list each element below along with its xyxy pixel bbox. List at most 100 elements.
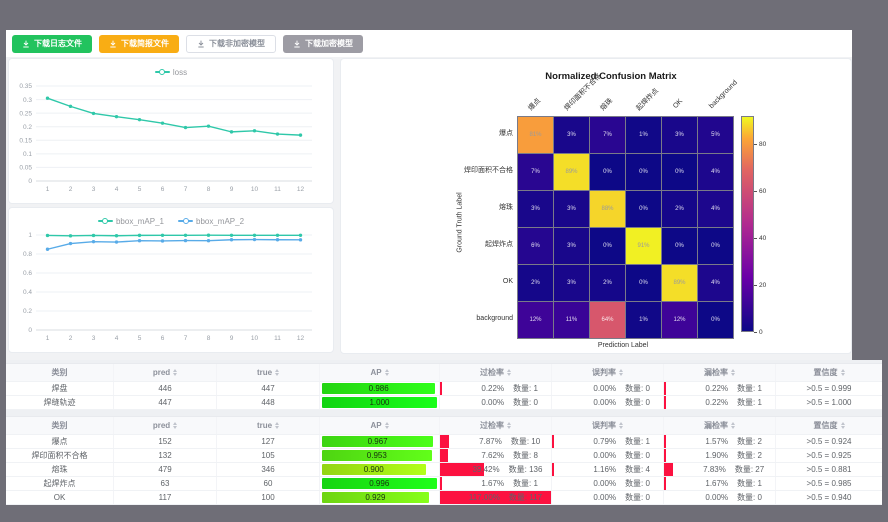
table-row: OK1171000.929117.00%数量: 1170.00%数量: 00.0…	[6, 491, 882, 505]
column-header-mis[interactable]: 误判率	[552, 417, 664, 434]
matrix-cell: 0%	[590, 154, 625, 190]
rate-percent: 7.83%	[675, 465, 726, 474]
sort-carets-icon[interactable]	[619, 369, 623, 376]
matrix-cell: 4%	[698, 154, 733, 190]
legend-item-bbox-map-2[interactable]: bbox_mAP_2	[178, 214, 244, 228]
sort-carets-icon[interactable]	[841, 422, 845, 429]
matrix-cell: 11%	[554, 302, 589, 338]
matrix-row-label: 起焊炸点	[361, 227, 513, 263]
column-header-miss[interactable]: 漏检率	[664, 364, 776, 381]
sort-carets-icon[interactable]	[385, 422, 389, 429]
download-log-button[interactable]: 下载日志文件	[12, 35, 92, 53]
cell-true: 105	[217, 449, 320, 462]
cell-label: 焊盘	[6, 382, 114, 395]
svg-text:8: 8	[207, 335, 211, 342]
cell-ap: 0.996	[320, 477, 440, 490]
rate-bar	[664, 396, 666, 409]
download-encrypted-model-button[interactable]: 下载加密模型	[283, 35, 363, 53]
matrix-row-label: background	[361, 301, 513, 337]
rate-count: 数量: 0	[625, 478, 650, 489]
column-header-label: 过检率	[480, 367, 504, 378]
rate-bar	[664, 477, 666, 490]
cell-true: 447	[217, 382, 320, 395]
main-panel: 下载日志文件 下载简报文件 下载非加密模型 下载加密模型 loss 00.050…	[6, 30, 852, 360]
cell-ap: 0.953	[320, 449, 440, 462]
matrix-cell: 0%	[626, 265, 661, 301]
sort-carets-icon[interactable]	[173, 369, 177, 376]
cell-missed-rate: 7.83%数量: 27	[664, 463, 776, 476]
sort-carets-icon[interactable]	[731, 369, 735, 376]
cell-misjudge-rate: 0.00%数量: 0	[552, 449, 664, 462]
rate-percent: 117.00%	[449, 493, 500, 502]
svg-text:12: 12	[297, 186, 305, 193]
column-header-label: pred	[153, 368, 170, 377]
sort-carets-icon[interactable]	[507, 369, 511, 376]
colorbar-tick-label: 40	[759, 235, 766, 242]
column-header-mis[interactable]: 误判率	[552, 364, 664, 381]
legend-item-loss[interactable]: loss	[155, 65, 187, 79]
column-header-conf[interactable]: 置信度	[776, 364, 882, 381]
matrix-col-label: 熔珠	[598, 96, 615, 113]
matrix-cell: 7%	[590, 117, 625, 153]
column-header-over[interactable]: 过检率	[440, 364, 552, 381]
download-log-label: 下载日志文件	[34, 40, 82, 48]
column-header-pred[interactable]: pred	[114, 417, 217, 434]
column-header-conf[interactable]: 置信度	[776, 417, 882, 434]
cell-true: 346	[217, 463, 320, 476]
rate-count: 数量: 1	[625, 436, 650, 447]
download-report-button[interactable]: 下载简报文件	[99, 35, 179, 53]
metrics-tables-panel: 类别predtrueAP过检率误判率漏检率置信度焊盘4464470.9860.2…	[6, 360, 882, 500]
rate-count: 数量: 1	[513, 383, 538, 394]
matrix-cell: 0%	[662, 228, 697, 264]
rate-count: 数量: 0	[737, 492, 762, 503]
svg-text:6: 6	[161, 186, 165, 193]
cell-overkill-rate: 7.87%数量: 10	[440, 435, 552, 448]
legend-item-bbox-map-1[interactable]: bbox_mAP_1	[98, 214, 164, 228]
cell-overkill-rate: 7.62%数量: 8	[440, 449, 552, 462]
rate-percent: 0.00%	[565, 479, 616, 488]
sort-carets-icon[interactable]	[385, 369, 389, 376]
column-header-over[interactable]: 过检率	[440, 417, 552, 434]
column-header-label: AP	[370, 421, 381, 430]
matrix-cell: 3%	[554, 117, 589, 153]
matrix-cell: 0%	[698, 302, 733, 338]
column-header-true[interactable]: true	[217, 417, 320, 434]
sort-carets-icon[interactable]	[731, 422, 735, 429]
sort-carets-icon[interactable]	[619, 422, 623, 429]
download-unencrypted-model-button[interactable]: 下载非加密模型	[186, 35, 276, 53]
colorbar-tick-mark	[754, 191, 757, 192]
legend-label: loss	[173, 68, 187, 77]
sort-carets-icon[interactable]	[275, 422, 279, 429]
svg-text:2: 2	[69, 186, 73, 193]
download-toolbar: 下载日志文件 下载简报文件 下载非加密模型 下载加密模型	[6, 30, 852, 57]
matrix-cell: 4%	[698, 265, 733, 301]
rate-percent: 0.00%	[677, 493, 728, 502]
matrix-row-label: 焊印面积不合格	[361, 153, 513, 189]
cell-pred: 446	[114, 382, 217, 395]
column-header-label: pred	[153, 421, 170, 430]
cell-label: 焊缝轨迹	[6, 396, 114, 409]
column-header-ap[interactable]: AP	[320, 364, 440, 381]
sort-carets-icon[interactable]	[507, 422, 511, 429]
table-row: 焊盘4464470.9860.22%数量: 10.00%数量: 00.22%数量…	[6, 382, 882, 396]
sort-carets-icon[interactable]	[275, 369, 279, 376]
matrix-cell: 3%	[554, 228, 589, 264]
matrix-cell: 1%	[626, 302, 661, 338]
table-row: 焊缝轨迹4474481.0000.00%数量: 00.00%数量: 00.22%…	[6, 396, 882, 410]
column-header-pred[interactable]: pred	[114, 364, 217, 381]
sort-carets-icon[interactable]	[841, 369, 845, 376]
column-header-ap[interactable]: AP	[320, 417, 440, 434]
column-header-true[interactable]: true	[217, 364, 320, 381]
svg-text:5: 5	[138, 186, 142, 193]
ap-bar: 0.986	[322, 383, 435, 394]
sort-carets-icon[interactable]	[173, 422, 177, 429]
cell-confidence: >0.5 = 0.924	[776, 435, 882, 448]
matrix-cell: 6%	[518, 228, 553, 264]
rate-percent: 7.87%	[451, 437, 502, 446]
matrix-cell: 5%	[698, 117, 733, 153]
matrix-cell: 0%	[626, 191, 661, 227]
column-header-miss[interactable]: 漏检率	[664, 417, 776, 434]
ap-bar: 1.000	[322, 397, 437, 408]
column-header-label: 类别	[6, 364, 114, 381]
table-row: 熔珠4793460.90039.42%数量: 1361.16%数量: 47.83…	[6, 463, 882, 477]
